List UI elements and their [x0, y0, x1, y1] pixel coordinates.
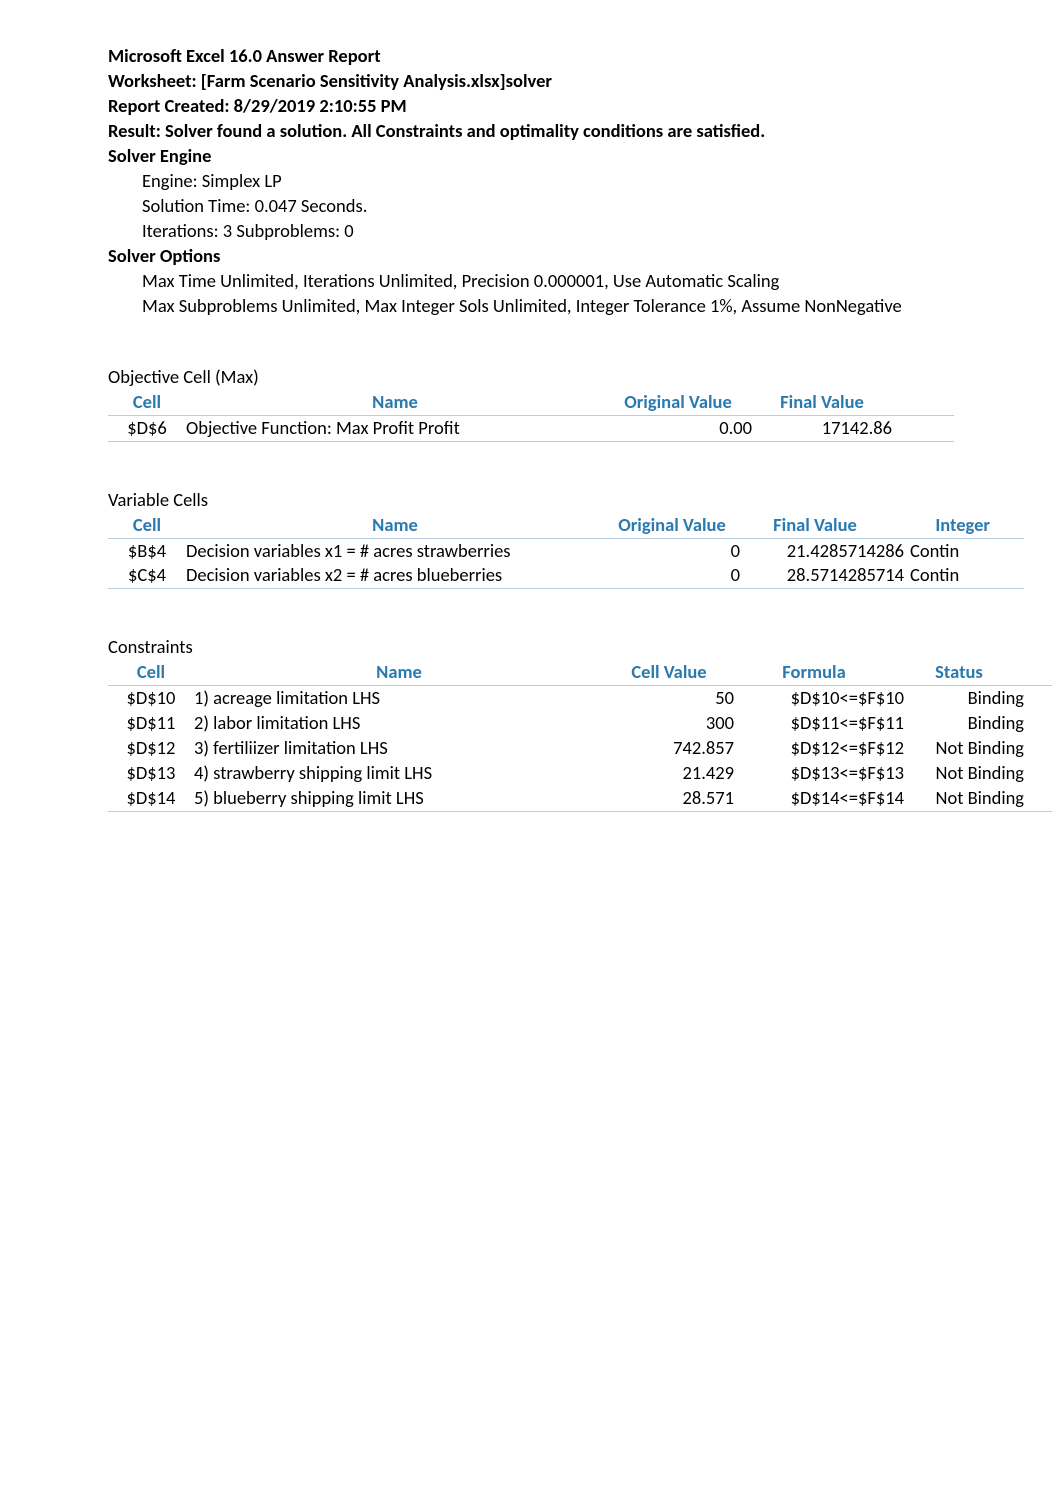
col-name: Name — [186, 390, 604, 415]
variables-row: $B$4 Decision variables x1 = # acres str… — [108, 539, 1024, 564]
col-original: Original Value — [604, 390, 752, 415]
var-cell: $C$4 — [108, 563, 186, 588]
objective-header-row: Cell Name Original Value Final Value — [108, 390, 954, 416]
col-final: Final Value — [740, 513, 890, 538]
col-cell: Cell — [108, 390, 186, 415]
iterations: Iterations: 3 Subproblems: 0 — [108, 219, 1062, 244]
var-final: 28.5714285714 — [740, 563, 904, 588]
con-name: 3) fertiliizer limitation LHS — [194, 736, 604, 761]
constraints-title: Constraints — [108, 635, 1052, 660]
objective-section: Objective Cell (Max) Cell Name Original … — [108, 365, 954, 442]
col-name: Name — [194, 660, 604, 685]
variables-section: Variable Cells Cell Name Original Value … — [108, 488, 1024, 590]
con-name: 2) labor limitation LHS — [194, 711, 604, 736]
con-formula: $D$11<=$F$11 — [734, 711, 904, 736]
report-header: Microsoft Excel 16.0 Answer Report Works… — [108, 44, 1062, 319]
constraint-row: $D$12 3) fertiliizer limitation LHS 742.… — [108, 736, 1052, 761]
con-cell: $D$13 — [108, 761, 194, 786]
options-line1: Max Time Unlimited, Iterations Unlimited… — [108, 269, 1062, 294]
spacer — [108, 589, 1062, 635]
con-cell: $D$11 — [108, 711, 194, 736]
var-name: Decision variables x2 = # acres blueberr… — [186, 563, 604, 588]
constraints-section: Constraints Cell Name Cell Value Formula… — [108, 635, 1052, 812]
var-final: 21.4285714286 — [740, 539, 904, 564]
con-value: 50 — [604, 686, 734, 711]
col-status: Status — [894, 660, 1024, 685]
var-integer: Contin — [904, 563, 994, 588]
col-integer: Integer — [890, 513, 990, 538]
con-cell: $D$10 — [108, 686, 194, 711]
col-cell: Cell — [108, 660, 194, 685]
report-result: Result: Solver found a solution. All Con… — [108, 119, 1062, 144]
col-value: Cell Value — [604, 660, 734, 685]
con-formula: $D$12<=$F$12 — [734, 736, 904, 761]
con-name: 4) strawberry shipping limit LHS — [194, 761, 604, 786]
obj-final: 17142.86 — [752, 416, 892, 441]
variables-title: Variable Cells — [108, 488, 1024, 513]
var-original: 0 — [604, 539, 740, 564]
constraint-row: $D$10 1) acreage limitation LHS 50 $D$10… — [108, 686, 1052, 711]
constraint-row: $D$14 5) blueberry shipping limit LHS 28… — [108, 786, 1052, 812]
spacer — [108, 319, 1062, 365]
answer-report-page: Microsoft Excel 16.0 Answer Report Works… — [0, 0, 1062, 812]
col-formula: Formula — [734, 660, 894, 685]
obj-original: 0.00 — [604, 416, 752, 441]
obj-cell: $D$6 — [108, 416, 186, 441]
var-name: Decision variables x1 = # acres strawber… — [186, 539, 604, 564]
con-cell: $D$12 — [108, 736, 194, 761]
variables-header-row: Cell Name Original Value Final Value Int… — [108, 513, 1024, 539]
con-status: Binding — [904, 686, 1024, 711]
engine-name: Engine: Simplex LP — [108, 169, 1062, 194]
report-created: Report Created: 8/29/2019 2:10:55 PM — [108, 94, 1062, 119]
spacer — [108, 442, 1062, 488]
report-worksheet: Worksheet: [Farm Scenario Sensitivity An… — [108, 69, 1062, 94]
con-status: Binding — [904, 711, 1024, 736]
con-formula: $D$13<=$F$13 — [734, 761, 904, 786]
options-title: Solver Options — [108, 244, 1062, 269]
con-value: 28.571 — [604, 786, 734, 811]
con-value: 21.429 — [604, 761, 734, 786]
col-original: Original Value — [604, 513, 740, 538]
con-name: 1) acreage limitation LHS — [194, 686, 604, 711]
con-name: 5) blueberry shipping limit LHS — [194, 786, 604, 811]
con-formula: $D$10<=$F$10 — [734, 686, 904, 711]
con-value: 300 — [604, 711, 734, 736]
objective-title: Objective Cell (Max) — [108, 365, 954, 390]
var-cell: $B$4 — [108, 539, 186, 564]
con-cell: $D$14 — [108, 786, 194, 811]
constraint-row: $D$13 4) strawberry shipping limit LHS 2… — [108, 761, 1052, 786]
col-name: Name — [186, 513, 604, 538]
engine-title: Solver Engine — [108, 144, 1062, 169]
con-value: 742.857 — [604, 736, 734, 761]
var-original: 0 — [604, 563, 740, 588]
options-line2: Max Subproblems Unlimited, Max Integer S… — [108, 294, 1062, 319]
col-cell: Cell — [108, 513, 186, 538]
con-formula: $D$14<=$F$14 — [734, 786, 904, 811]
constraints-header-row: Cell Name Cell Value Formula Status — [108, 660, 1052, 686]
report-title: Microsoft Excel 16.0 Answer Report — [108, 44, 1062, 69]
var-integer: Contin — [904, 539, 994, 564]
objective-row: $D$6 Objective Function: Max Profit Prof… — [108, 416, 954, 442]
constraint-row: $D$11 2) labor limitation LHS 300 $D$11<… — [108, 711, 1052, 736]
obj-name: Objective Function: Max Profit Profit — [186, 416, 604, 441]
solution-time: Solution Time: 0.047 Seconds. — [108, 194, 1062, 219]
con-status: Not Binding — [904, 786, 1024, 811]
con-status: Not Binding — [904, 761, 1024, 786]
con-status: Not Binding — [904, 736, 1024, 761]
variables-row: $C$4 Decision variables x2 = # acres blu… — [108, 563, 1024, 589]
col-final: Final Value — [752, 390, 892, 415]
